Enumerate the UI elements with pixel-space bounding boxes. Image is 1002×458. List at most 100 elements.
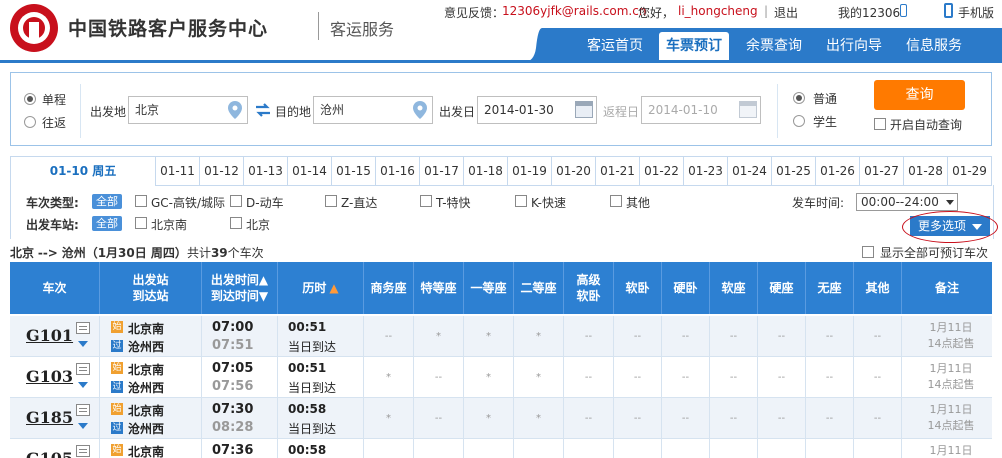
calendar-icon[interactable] <box>739 101 757 118</box>
seat-cell: * <box>464 357 514 398</box>
detail-icon[interactable] <box>76 404 90 416</box>
train-number-link[interactable]: G105 <box>26 449 73 458</box>
auto-query-checkbox[interactable] <box>874 118 886 130</box>
nav-booking[interactable]: 车票预订 <box>659 32 729 62</box>
seat-cell: * <box>514 357 564 398</box>
seat-cell: * <box>364 357 414 398</box>
type-all-tag[interactable]: 全部 <box>92 194 122 209</box>
username-link[interactable]: li_hongcheng <box>678 4 758 18</box>
greeting: 您好， <box>638 6 675 20</box>
type-checkbox[interactable] <box>515 195 527 207</box>
query-button[interactable]: 查询 <box>874 80 965 110</box>
station-checkbox[interactable] <box>230 217 242 229</box>
sale-time: 1月11日 <box>910 443 992 458</box>
ticket-student-radio[interactable] <box>793 115 805 127</box>
location-pin-icon <box>413 101 427 119</box>
station-all-tag[interactable]: 全部 <box>92 216 122 231</box>
type-checkbox[interactable] <box>135 195 147 207</box>
date-tab[interactable]: 01-25 <box>772 156 816 186</box>
date-tab[interactable]: 01-13 <box>244 156 288 186</box>
type-label: Z-直达 <box>341 196 378 210</box>
th-seat: 硬卧 <box>662 262 710 314</box>
date-tab[interactable]: 01-18 <box>464 156 508 186</box>
date-tab[interactable]: 01-21 <box>596 156 640 186</box>
date-tab[interactable]: 01-28 <box>904 156 948 186</box>
date-tab[interactable]: 01-26 <box>816 156 860 186</box>
ticket-normal-radio[interactable] <box>793 92 805 104</box>
seat-cell: * <box>464 316 514 357</box>
detail-icon[interactable] <box>76 363 90 375</box>
depart-time-label: 发车时间: <box>792 196 845 210</box>
detail-icon[interactable] <box>76 322 90 334</box>
sale-time: 1月11日 14点起售 <box>910 402 992 434</box>
type-checkbox[interactable] <box>230 195 242 207</box>
th-times[interactable]: 出发时间▲ 到达时间▼ <box>202 262 278 314</box>
date-tab[interactable]: 01-22 <box>640 156 684 186</box>
date-tab[interactable]: 01-19 <box>508 156 552 186</box>
detail-icon[interactable] <box>76 445 90 457</box>
pass-badge: 过 <box>111 381 123 393</box>
train-number-link[interactable]: G185 <box>26 408 73 427</box>
nav-travel-guide[interactable]: 出行向导 <box>819 32 889 62</box>
type-checkbox[interactable] <box>610 195 622 207</box>
nav-info-service[interactable]: 信息服务 <box>899 32 969 62</box>
seat-cell <box>806 439 854 458</box>
seat-cell <box>564 439 614 458</box>
th-seat: 特等座 <box>414 262 464 314</box>
route-date: （1月30日 周四） <box>85 246 187 260</box>
seat-cell: * <box>414 316 464 357</box>
date-tab[interactable]: 01-23 <box>684 156 728 186</box>
date-tab[interactable]: 01-14 <box>288 156 332 186</box>
th-remark: 备注 <box>934 281 959 295</box>
date-tab[interactable]: 01-24 <box>728 156 772 186</box>
round-trip-radio[interactable] <box>24 116 36 128</box>
swap-icon[interactable] <box>255 103 271 117</box>
chevron-down-icon[interactable] <box>78 341 88 347</box>
feedback-email-link[interactable]: 12306yjfk@rails.com.cn <box>502 4 646 18</box>
date-tab[interactable]: 01-17 <box>420 156 464 186</box>
date-tab[interactable]: 01-29 <box>948 156 992 186</box>
logout-link[interactable]: 退出 <box>774 4 798 21</box>
show-all-checkbox[interactable] <box>862 246 874 258</box>
nav-home[interactable]: 客运首页 <box>575 32 655 62</box>
type-checkbox[interactable] <box>325 195 337 207</box>
sale-time: 1月11日 14点起售 <box>910 320 992 352</box>
my-account-link[interactable]: 我的12306 <box>838 4 900 21</box>
date-tab[interactable]: 01-15 <box>332 156 376 186</box>
same-day-arrival: 当日到达 <box>288 340 337 354</box>
nav-remaining-tickets[interactable]: 余票查询 <box>739 32 809 62</box>
start-badge: 始 <box>111 321 123 333</box>
date-tab[interactable]: 01-12 <box>200 156 244 186</box>
separator: | <box>764 4 769 18</box>
date-tab[interactable]: 01-16 <box>376 156 420 186</box>
duration: 00:51 <box>288 361 327 375</box>
date-tab[interactable]: 01-11 <box>156 156 200 186</box>
date-tab[interactable]: 01-20 <box>552 156 596 186</box>
highlight-ring <box>902 211 998 243</box>
mobile-link[interactable]: 手机版 <box>958 4 994 21</box>
location-pin-icon <box>228 101 242 119</box>
station-checkbox[interactable] <box>135 217 147 229</box>
seat-cell: -- <box>710 357 758 398</box>
date-tab[interactable]: 01-10 周五 <box>10 156 156 186</box>
same-day-arrival: 当日到达 <box>288 381 337 395</box>
one-way-radio[interactable] <box>24 93 36 105</box>
train-number-link[interactable]: G103 <box>26 367 73 386</box>
type-checkbox[interactable] <box>420 195 432 207</box>
ticket-normal-label: 普通 <box>813 92 838 106</box>
th-duration[interactable]: 历时 ▲ <box>278 262 364 314</box>
train-number-link[interactable]: G101 <box>26 326 73 345</box>
divider <box>777 84 778 138</box>
calendar-icon[interactable] <box>575 101 593 118</box>
depart-time-select[interactable]: 00:00--24:00 <box>856 193 958 211</box>
seat-cell: -- <box>662 357 710 398</box>
chevron-down-icon[interactable] <box>78 423 88 429</box>
th-seat: 无座 <box>806 262 854 314</box>
chevron-down-icon[interactable] <box>78 382 88 388</box>
sale-hour: 14点起售 <box>927 378 975 391</box>
seat-cell: -- <box>414 398 464 439</box>
date-tab[interactable]: 01-27 <box>860 156 904 186</box>
depart-time: 07:00 <box>212 320 254 335</box>
pass-badge: 过 <box>111 340 123 352</box>
table-row: * -- * * -- -- -- -- -- -- -- G103 始北京南过沧州西 07:05 07:5… <box>10 357 992 398</box>
